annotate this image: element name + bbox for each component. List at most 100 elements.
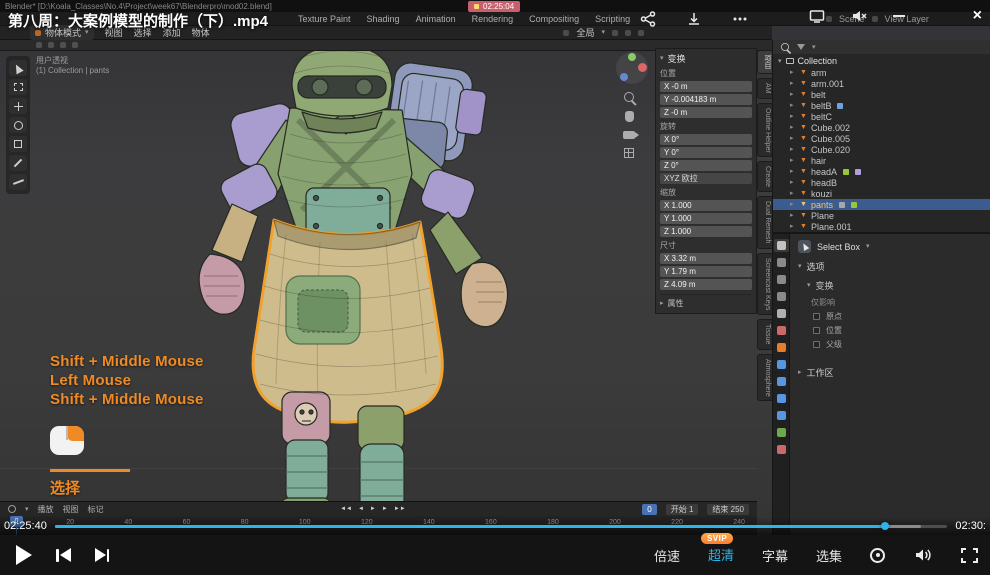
data-icon <box>843 169 849 175</box>
workspace-label: 工作区 <box>807 366 834 379</box>
timeline-menu-play: 播放 <box>38 504 54 515</box>
play-forward-icon: ► <box>382 506 388 512</box>
quality-button[interactable]: SVIP 超清 <box>708 545 734 565</box>
location-z-field: Z -0 m <box>660 107 752 118</box>
next-episode-button[interactable] <box>95 548 110 562</box>
toast-dot-icon <box>474 4 479 9</box>
workspace-tabs: Texture Paint Shading Animation Renderin… <box>298 12 630 26</box>
speed-button[interactable]: 倍速 <box>654 546 680 565</box>
options-section: ▾ 选项 <box>798 260 982 273</box>
minimize-icon[interactable] <box>893 15 905 17</box>
play-button[interactable] <box>16 545 32 565</box>
tool-setting-icon <box>72 42 78 48</box>
transform-title: 变换 <box>668 52 686 65</box>
options-label: 选项 <box>807 260 825 273</box>
mute-icon[interactable] <box>851 8 867 24</box>
tool-setting-icon <box>36 42 42 48</box>
sidebar-tab-dual-remesh: Dual Remesh <box>757 196 772 248</box>
chevron-down-icon: ▾ <box>25 506 29 513</box>
download-icon[interactable] <box>686 11 702 27</box>
prev-icon <box>60 548 71 562</box>
affect-only-label: 仅影响 <box>811 297 982 308</box>
transform-panel: ▾ 变换 位置 X -0 m Y -0.004183 m Z -0 m 旋转 X… <box>655 48 757 314</box>
camera-view-icon <box>623 131 635 139</box>
quality-label: 超清 <box>708 548 734 563</box>
more-icon[interactable] <box>732 11 748 27</box>
video-title: 第八周：大案例模型的制作（下）.mp4 <box>8 10 268 31</box>
prev-episode-button[interactable] <box>56 548 71 562</box>
viewport-view-controls <box>623 92 635 158</box>
playback-controls <box>16 543 109 567</box>
render-tab <box>774 256 789 269</box>
close-icon[interactable]: × <box>973 8 982 24</box>
overlay-window-icons: × <box>809 8 982 24</box>
chevron-down-icon: ▾ <box>798 263 802 270</box>
move-tool-button <box>9 98 27 114</box>
volume-icon[interactable] <box>913 546 933 564</box>
chevron-right-icon: ▸ <box>790 168 796 175</box>
sidebar-tab-outline-helper: Outline Helper <box>757 103 772 158</box>
rotation-label: 旋转 <box>660 121 752 132</box>
chevron-right-icon: ▸ <box>790 146 796 153</box>
measure-icon <box>12 179 23 185</box>
material-icon <box>855 169 861 175</box>
progress-fill <box>55 525 885 528</box>
workspace-tab: Animation <box>416 14 456 24</box>
cursor-icon <box>12 62 23 74</box>
share-icon[interactable] <box>640 11 656 27</box>
outliner-item: ▸▼Plane <box>773 210 990 221</box>
sidebar-tab-tissue: Tissue <box>757 319 772 349</box>
annotate-tool-button <box>9 155 27 171</box>
fullscreen-icon[interactable] <box>961 548 978 563</box>
frame-start-field: 开始 1 <box>666 504 699 515</box>
mesh-icon: ▼ <box>800 190 807 197</box>
sidebar-tab-screencast-keys: Screencast Keys <box>757 253 772 316</box>
chevron-right-icon: ▸ <box>790 201 796 208</box>
checkbox-icon <box>813 313 820 320</box>
workspace-tab: Compositing <box>529 14 579 24</box>
subtitle-button[interactable]: 字幕 <box>762 546 788 565</box>
dimensions-label: 尺寸 <box>660 240 752 251</box>
video-player-app: Blender* [D:\Koala_Classes\No.4\Project\… <box>0 0 990 575</box>
chevron-right-icon: ▸ <box>660 300 664 307</box>
outliner-item: ▸▼headA <box>773 166 990 177</box>
chevron-down-icon: ▾ <box>812 44 816 51</box>
chevron-right-icon: ▸ <box>790 124 796 131</box>
workspace-tab: Scripting <box>595 14 630 24</box>
cast-icon[interactable] <box>809 8 825 24</box>
zoom-icon <box>624 92 634 102</box>
world-tab <box>774 324 789 337</box>
record-icon[interactable] <box>870 548 885 563</box>
mouse-icon <box>50 426 84 455</box>
jump-start-icon: ◄◄ <box>340 506 352 512</box>
scale-z-field: Z 1.000 <box>660 226 752 237</box>
chevron-right-icon: ▸ <box>790 91 796 98</box>
navigation-gizmo <box>616 52 648 84</box>
filter-funnel-icon <box>797 44 805 50</box>
chevron-right-icon: ▸ <box>790 157 796 164</box>
chevron-right-icon: ▸ <box>790 135 796 142</box>
progress-knob[interactable] <box>881 522 889 530</box>
progress-bar[interactable] <box>55 525 948 528</box>
chevron-right-icon: ▸ <box>790 69 796 76</box>
chevron-right-icon: ▸ <box>790 212 796 219</box>
prev-key-icon: ◄ <box>358 506 364 512</box>
sidebar-vertical-tabs: 项目 AM Outline Helper Create Dual Remesh … <box>757 50 772 401</box>
dimensions-y-field: Y 1.79 m <box>660 266 752 277</box>
episodes-button[interactable]: 选集 <box>816 546 842 565</box>
keycast-line: Left Mouse <box>50 371 204 390</box>
chevron-right-icon: ▸ <box>790 113 796 120</box>
video-surface[interactable]: Blender* [D:\Koala_Classes\No.4\Project\… <box>0 0 990 535</box>
svip-badge: SVIP <box>701 533 733 544</box>
physics-tab <box>774 392 789 405</box>
mesh-icon: ▼ <box>800 157 807 164</box>
outliner-item: ▸▼Cube.002 <box>773 122 990 133</box>
move-icon <box>14 102 23 111</box>
tool-tab <box>774 239 789 252</box>
player-control-bar: 倍速 SVIP 超清 字幕 选集 <box>0 535 990 575</box>
select-box-tool-icon <box>798 240 811 253</box>
tool-setting-icon <box>60 42 66 48</box>
active-tool-row: Select Box ▾ <box>798 240 982 253</box>
sidebar-tab-create: Create <box>757 161 772 192</box>
clock-icon <box>8 505 16 513</box>
